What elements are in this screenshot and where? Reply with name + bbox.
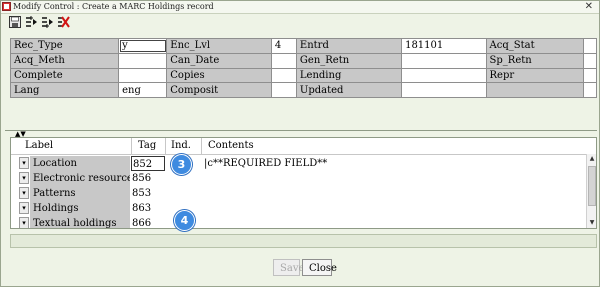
scroll-thumb[interactable] xyxy=(588,166,596,206)
fixed-field-value-composit[interactable] xyxy=(270,82,297,98)
fixed-field-label-complete: Complete xyxy=(9,67,120,84)
fixed-field-value-acq-meth[interactable] xyxy=(118,52,168,69)
field-label: Location xyxy=(30,156,130,171)
fixed-field-value-complete[interactable] xyxy=(118,67,168,84)
field-label: Holdings xyxy=(30,201,130,216)
fixed-field-value-lending[interactable] xyxy=(401,67,487,84)
fixed-field-row: Rec_Type y Enc_Lvl 4 Entrd 181101 Acq_St… xyxy=(9,38,598,54)
toolbar xyxy=(1,14,599,31)
label-dropdown-icon[interactable]: ▾ xyxy=(19,202,29,214)
column-divider xyxy=(201,138,202,154)
field-tag[interactable]: 866 xyxy=(131,216,165,228)
fixed-field-label-sp-retn: Sp_Retn xyxy=(485,52,584,69)
fixed-field-label-acq-meth: Acq_Meth xyxy=(9,52,120,69)
fixed-field-value-empty[interactable] xyxy=(582,82,598,98)
fixed-field-row: Lang eng Composit Updated xyxy=(9,82,598,98)
modify-control-window: Modify Control : Create a MARC Holdings … xyxy=(0,0,600,287)
column-header-ind[interactable]: Ind. xyxy=(171,140,191,152)
fixed-field-value-lang[interactable]: eng xyxy=(118,82,168,98)
label-dropdown-icon[interactable]: ▾ xyxy=(19,172,29,184)
fixed-field-value-acq-stat[interactable] xyxy=(582,38,598,54)
label-dropdown-icon[interactable]: ▾ xyxy=(19,187,29,199)
app-icon xyxy=(2,2,11,11)
field-row-holdings[interactable]: ▾ Holdings 863 xyxy=(11,201,586,216)
fixed-field-value-entrd[interactable]: 181101 xyxy=(401,38,487,54)
fixed-field-label-enc-lvl: Enc_Lvl xyxy=(166,38,272,54)
field-row-textual-holdings[interactable]: ▾ Textual holdings 866 xyxy=(11,216,586,228)
column-header-contents[interactable]: Contents xyxy=(208,140,254,152)
pane-splitter[interactable]: ▲▼ xyxy=(5,130,597,138)
fixed-field-value-repr[interactable] xyxy=(582,67,598,84)
insert-field-after-icon[interactable] xyxy=(40,15,54,29)
fixed-fields-blank-area xyxy=(10,99,597,129)
field-label: Electronic resource xyxy=(30,171,130,186)
close-button[interactable]: Close xyxy=(302,259,337,276)
field-row-electronic-resource[interactable]: ▾ Electronic resource 856 xyxy=(11,171,586,186)
list-header: Label Tag Ind. Contents xyxy=(11,138,586,155)
field-tag-input[interactable]: 852 xyxy=(131,156,165,171)
column-header-label[interactable]: Label xyxy=(25,140,53,152)
fixed-field-label-updated: Updated xyxy=(295,82,403,98)
fixed-field-value-sp-retn[interactable] xyxy=(582,52,598,69)
delete-field-icon[interactable] xyxy=(56,15,70,29)
fixed-field-label-rec-type: Rec_Type xyxy=(9,38,120,54)
insert-field-icon[interactable] xyxy=(24,15,38,29)
field-tag[interactable]: 863 xyxy=(131,201,165,216)
field-tag[interactable]: 853 xyxy=(131,186,165,201)
fixed-field-label-empty xyxy=(485,82,584,98)
fixed-field-value-can-date[interactable] xyxy=(270,52,297,69)
fixed-field-value-updated[interactable] xyxy=(401,82,487,98)
field-row-patterns[interactable]: ▾ Patterns 853 xyxy=(11,186,586,201)
column-divider xyxy=(131,138,132,154)
field-label: Textual holdings xyxy=(30,216,130,228)
callout-badge-3: 3 xyxy=(171,154,192,175)
vertical-scrollbar[interactable]: ▲ ▼ xyxy=(586,154,596,228)
save-record-icon[interactable] xyxy=(8,15,22,29)
column-header-tag[interactable]: Tag xyxy=(138,140,156,152)
fixed-fields-grid: Rec_Type y Enc_Lvl 4 Entrd 181101 Acq_St… xyxy=(9,38,598,98)
fixed-field-row: Acq_Meth Can_Date Gen_Retn Sp_Retn xyxy=(9,52,598,69)
close-window-icon[interactable]: ✕ xyxy=(585,1,593,13)
title-bar: Modify Control : Create a MARC Holdings … xyxy=(1,1,599,14)
fixed-field-label-lending: Lending xyxy=(295,67,403,84)
status-bar xyxy=(10,234,597,248)
fixed-field-row: Complete Copies Lending Repr xyxy=(9,67,598,84)
fixed-field-label-acq-stat: Acq_Stat xyxy=(485,38,584,54)
fixed-field-label-repr: Repr xyxy=(485,67,584,84)
callout-badge-4: 4 xyxy=(174,210,195,231)
label-dropdown-icon[interactable]: ▾ xyxy=(19,157,29,169)
fixed-field-label-entrd: Entrd xyxy=(295,38,403,54)
fixed-field-label-gen-retn: Gen_Retn xyxy=(295,52,403,69)
column-divider xyxy=(165,138,166,154)
variable-fields-list: Label Tag Ind. Contents ▾ Location 852 |… xyxy=(10,137,597,229)
field-tag[interactable]: 856 xyxy=(131,171,165,186)
save-button[interactable]: Save xyxy=(273,259,304,276)
scroll-up-icon[interactable]: ▲ xyxy=(587,154,596,164)
scroll-down-icon[interactable]: ▼ xyxy=(587,218,596,228)
fixed-field-label-composit: Composit xyxy=(166,82,272,98)
window-title: Modify Control : Create a MARC Holdings … xyxy=(13,2,214,11)
fixed-field-label-lang: Lang xyxy=(9,82,120,98)
field-row-location[interactable]: ▾ Location 852 |c**REQUIRED FIELD** xyxy=(11,156,586,171)
field-contents[interactable]: |c**REQUIRED FIELD** xyxy=(204,156,327,171)
label-dropdown-icon[interactable]: ▾ xyxy=(19,217,29,228)
fixed-field-value-enc-lvl[interactable]: 4 xyxy=(270,38,297,54)
fixed-field-label-copies: Copies xyxy=(166,67,272,84)
fixed-field-value-copies[interactable] xyxy=(270,67,297,84)
fixed-field-value-rec-type[interactable]: y xyxy=(118,38,168,54)
fixed-field-label-can-date: Can_Date xyxy=(166,52,272,69)
field-label: Patterns xyxy=(30,186,130,201)
fixed-field-value-gen-retn[interactable] xyxy=(401,52,487,69)
